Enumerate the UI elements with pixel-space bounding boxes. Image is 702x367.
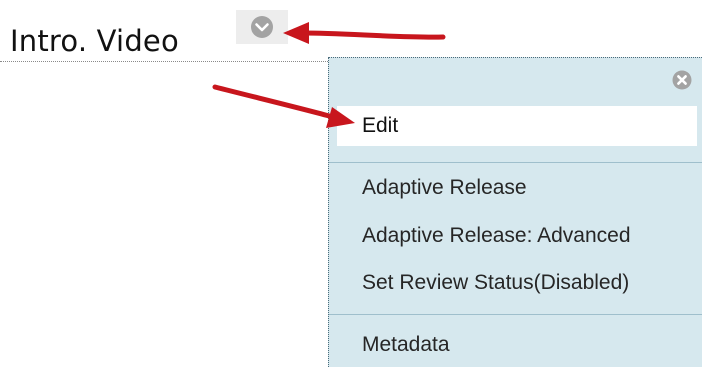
content-item-title[interactable]: Intro. Video <box>10 24 179 58</box>
menu-item-set-review-status[interactable]: Set Review Status(Disabled) <box>329 271 702 295</box>
close-circle-icon <box>672 70 692 90</box>
item-options-button[interactable] <box>236 10 288 44</box>
chevron-down-circle-icon <box>251 16 273 38</box>
context-menu: Edit Adaptive Release Adaptive Release: … <box>328 57 702 367</box>
menu-item-adaptive-release[interactable]: Adaptive Release <box>329 176 702 200</box>
menu-item-edit[interactable]: Edit <box>337 106 697 146</box>
menu-close-button[interactable] <box>671 69 693 91</box>
menu-item-adaptive-release-advanced[interactable]: Adaptive Release: Advanced <box>329 224 702 248</box>
menu-divider <box>329 314 702 315</box>
title-divider <box>0 61 328 62</box>
arrow-to-options-button <box>283 22 446 44</box>
menu-divider <box>329 162 702 163</box>
menu-item-metadata[interactable]: Metadata <box>329 333 702 357</box>
